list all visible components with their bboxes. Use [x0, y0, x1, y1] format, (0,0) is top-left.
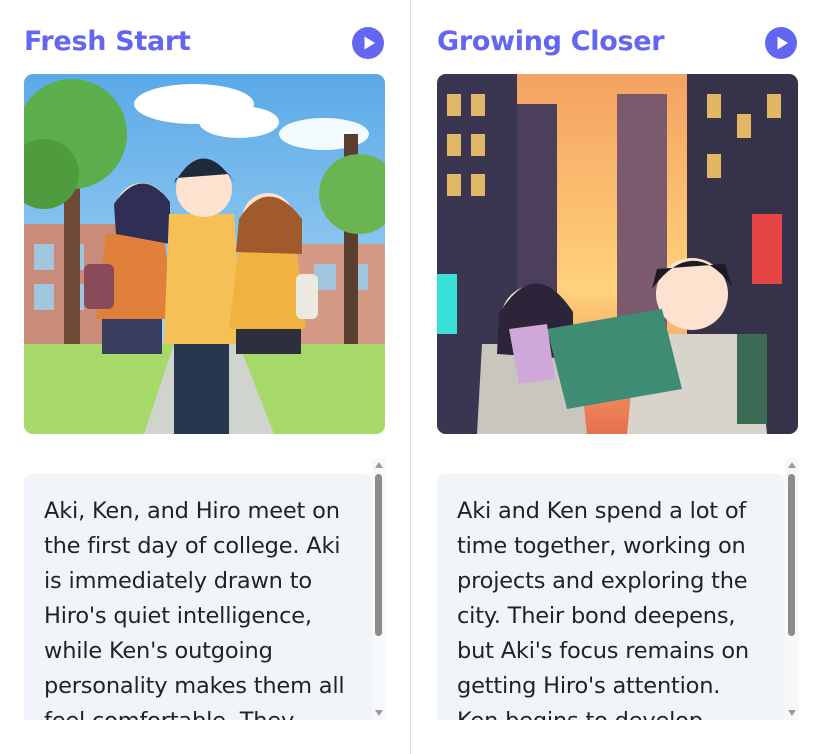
card-title: Fresh Start — [24, 26, 191, 57]
play-button[interactable] — [765, 27, 797, 59]
column-divider — [410, 0, 411, 754]
story-card-fresh-start: Fresh Start Aki, Ken, and Hiro meet on t… — [24, 0, 386, 754]
scroll-up-arrow-icon[interactable] — [788, 462, 796, 468]
story-image — [437, 74, 798, 434]
card-header: Fresh Start — [24, 24, 386, 64]
story-scroll-area[interactable]: Aki and Ken spend a lot of time together… — [437, 458, 799, 720]
story-card-growing-closer: Growing Closer Aki and Ken spend a lot o… — [437, 0, 799, 754]
card-title: Growing Closer — [437, 26, 665, 57]
scroll-down-arrow-icon[interactable] — [375, 710, 383, 716]
scroll-up-arrow-icon[interactable] — [375, 462, 383, 468]
story-text: Aki, Ken, and Hiro meet on the first day… — [44, 498, 345, 720]
play-icon — [777, 36, 788, 50]
scrollbar[interactable] — [372, 458, 386, 720]
story-image — [24, 74, 385, 434]
story-text-box: Aki and Ken spend a lot of time together… — [437, 474, 785, 720]
card-header: Growing Closer — [437, 24, 799, 64]
play-button[interactable] — [352, 27, 384, 59]
scrollbar[interactable] — [785, 458, 799, 720]
scrollbar-thumb[interactable] — [375, 474, 382, 636]
scrollbar-thumb[interactable] — [788, 474, 795, 636]
scroll-down-arrow-icon[interactable] — [788, 710, 796, 716]
story-scroll-area[interactable]: Aki, Ken, and Hiro meet on the first day… — [24, 458, 386, 720]
play-icon — [364, 36, 375, 50]
story-text: Aki and Ken spend a lot of time together… — [457, 498, 749, 720]
story-text-box: Aki, Ken, and Hiro meet on the first day… — [24, 474, 372, 720]
